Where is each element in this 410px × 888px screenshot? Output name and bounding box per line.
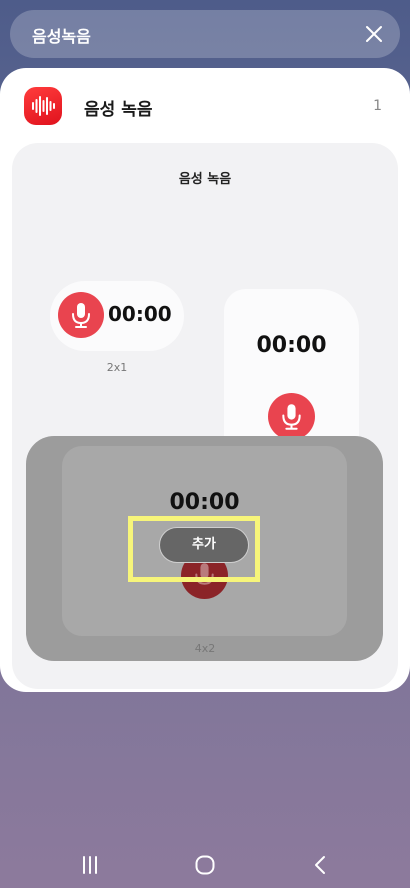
voice-recorder-app-icon (24, 87, 62, 125)
preview-title: 음성 녹음 (178, 172, 232, 187)
search-query: 음성녹음 (32, 27, 91, 46)
widget-preview-panel: 음성 녹음 00:00 2x1 00:00 00:00 추가 4x2 (12, 143, 398, 689)
search-bar[interactable]: 음성녹음 (10, 10, 400, 58)
widget-2x2-time: 00:00 (256, 333, 327, 358)
microphone-icon (58, 292, 104, 338)
widget-sheet: 음성 녹음 1 음성 녹음 00:00 2x1 00:00 00:00 추가 4… (0, 68, 410, 692)
widget-2x1-time: 00:00 (108, 302, 172, 326)
close-icon[interactable] (362, 22, 386, 46)
home-icon[interactable] (194, 854, 216, 880)
widget-2x1-size-label: 2x1 (106, 361, 128, 374)
widget-4x2-size-label: 4x2 (194, 642, 216, 655)
widget-4x2-time: 00:00 (169, 490, 240, 515)
navigation-bar (0, 840, 410, 888)
back-icon[interactable] (312, 854, 328, 880)
microphone-icon (268, 393, 315, 440)
recents-icon[interactable] (80, 854, 100, 880)
add-button-highlight (128, 516, 260, 582)
widget-2x1[interactable]: 00:00 (50, 281, 184, 351)
app-title: 음성 녹음 (84, 100, 153, 120)
widget-count: 1 (373, 98, 382, 114)
